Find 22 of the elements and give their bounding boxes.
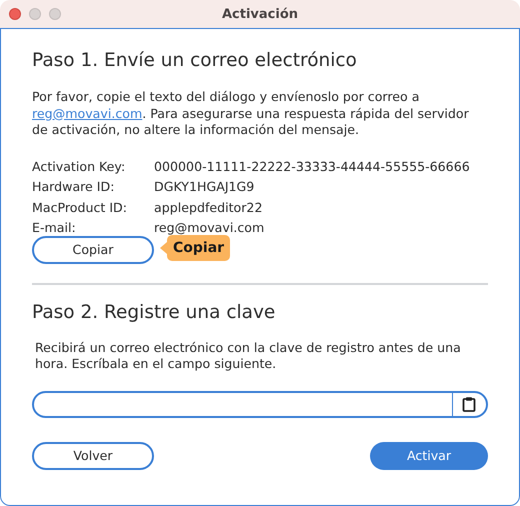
window-title: Activación [222, 6, 298, 22]
field-value: applepdfeditor22 [154, 198, 264, 217]
field-label: E-mail: [32, 219, 77, 238]
field-value: reg@movavi.com [154, 219, 266, 238]
activate-button[interactable]: Activar [370, 442, 488, 470]
close-icon[interactable] [9, 8, 21, 20]
field-value: 000000-11111-22222-33333-44444-55555-66666 [154, 158, 471, 176]
tooltip: Copiar [160, 234, 230, 261]
field-label: MacProduct ID: [32, 198, 128, 217]
field-value: DGKY1HGAJ1G9 [154, 178, 256, 196]
tooltip-pointer-icon [160, 242, 167, 254]
field-label: Hardware ID: [32, 178, 116, 196]
key-input-field[interactable] [32, 390, 488, 418]
instruction-text: Por favor, copie el texto del diálogo y envíenoslo por correo a reg@movavi.com. Para asegurarse una respuesta rápida del servidor de activación, no altere la información del mensaje. [32, 89, 470, 138]
step-heading: Paso 1. Envíe un correo electrónico [32, 49, 358, 73]
copy-button[interactable]: Copiar [32, 236, 154, 264]
clipboard-icon[interactable] [462, 396, 476, 412]
email-link[interactable]: reg@movavi.com [32, 106, 142, 120]
field-label: Activation Key: [32, 158, 126, 176]
step-heading: Paso 2. Registre una clave [32, 300, 276, 325]
instruction-text: Recibirá un correo electrónico con la clave de registro antes de una hora. Escríbala en el campo siguiente. [34, 340, 462, 373]
back-button[interactable]: Volver [32, 442, 154, 470]
